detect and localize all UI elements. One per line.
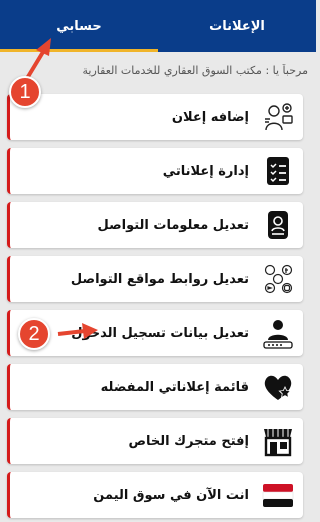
- menu-item-label: قائمة إعلاناتي المفضله: [100, 379, 249, 395]
- menu-item-label: إدارة إعلاناتي: [162, 163, 249, 179]
- menu-item-manage-ads[interactable]: إدارة إعلاناتي: [7, 148, 303, 194]
- menu-item-edit-login-data[interactable]: تعديل بيانات تسجيل الدخول: [7, 310, 303, 356]
- menu-item-label: إضافه إعلان: [171, 109, 249, 125]
- menu-item-label: إفتح متجرك الخاص: [128, 433, 250, 449]
- contact-card-icon: [261, 208, 295, 242]
- menu-item-label: تعديل معلومات التواصل: [97, 217, 249, 233]
- store-icon: [261, 424, 295, 458]
- tab-my-account[interactable]: حسابي: [0, 0, 158, 52]
- menu-item-edit-social-links[interactable]: تعديل روابط مواقع التواصل: [7, 256, 303, 302]
- menu-item-favorite-ads[interactable]: قائمة إعلاناتي المفضله: [7, 364, 303, 410]
- tab-ads-label: الإعلانات: [209, 18, 265, 34]
- login-user-icon: [261, 316, 295, 350]
- menu-item-label: تعديل بيانات تسجيل الدخول: [71, 325, 249, 341]
- top-tab-bar: الإعلانات حسابي: [0, 0, 316, 52]
- account-menu-list: إضافه إعلان إدارة إعلاناتي تعديل معلومات…: [7, 94, 303, 522]
- menu-item-open-store[interactable]: إفتح متجرك الخاص: [7, 418, 303, 464]
- checklist-icon: [261, 154, 295, 188]
- menu-item-label: انت الآن في سوق اليمن: [93, 487, 249, 503]
- yemen-flag-icon: [261, 478, 295, 512]
- welcome-message: مرحباً يا : مكتب السوق العقاري للخدمات ا…: [82, 64, 308, 77]
- menu-item-label: تعديل روابط مواقع التواصل: [70, 271, 249, 287]
- add-ad-icon: [261, 100, 295, 134]
- tab-my-account-label: حسابي: [56, 18, 102, 34]
- social-links-icon: [261, 262, 295, 296]
- menu-item-current-market[interactable]: انت الآن في سوق اليمن: [7, 472, 303, 518]
- menu-item-edit-contact-info[interactable]: تعديل معلومات التواصل: [7, 202, 303, 248]
- tab-ads[interactable]: الإعلانات: [158, 0, 316, 52]
- heart-star-icon: [261, 370, 295, 404]
- menu-item-add-ad[interactable]: إضافه إعلان: [7, 94, 303, 140]
